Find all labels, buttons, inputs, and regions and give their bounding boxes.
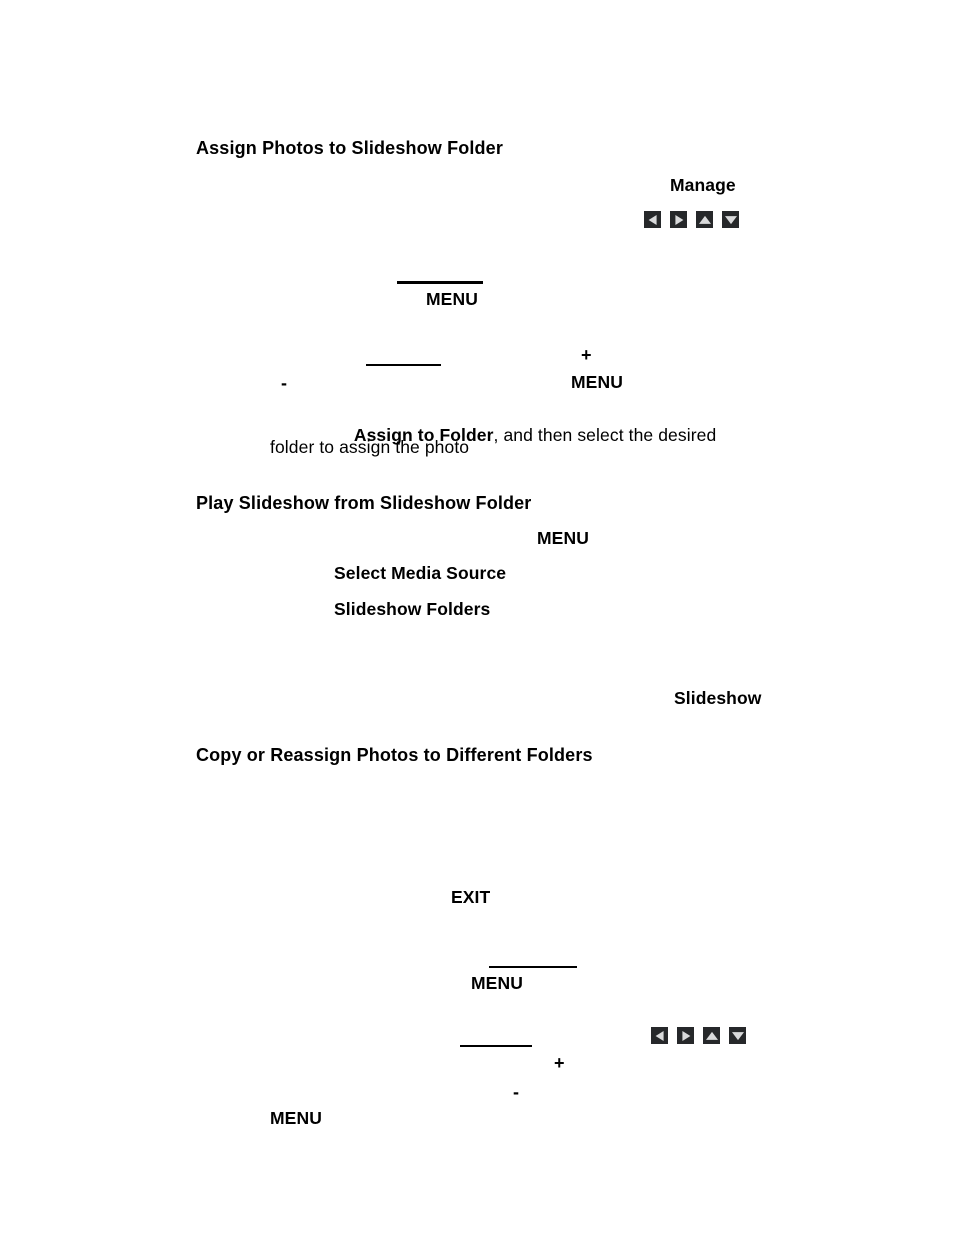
arrow-right-key-icon xyxy=(677,1027,694,1044)
arrow-left-key-icon xyxy=(644,211,661,228)
section-heading-copy-reassign: Copy or Reassign Photos to Different Fol… xyxy=(196,745,593,765)
arrow-up-key-icon xyxy=(696,211,713,228)
arrow-key-group-top xyxy=(644,211,739,228)
underline-fragment-3 xyxy=(489,966,577,968)
arrow-left-key-icon xyxy=(651,1027,668,1044)
exit-label: EXIT xyxy=(451,887,491,907)
arrow-up-key-icon xyxy=(703,1027,720,1044)
menu-label-2: MENU xyxy=(571,372,623,392)
assign-to-folder-trailing-text: , and then select the desired xyxy=(493,424,717,445)
arrow-right-key-icon xyxy=(670,211,687,228)
menu-label-3: MENU xyxy=(537,528,589,548)
underline-fragment-1 xyxy=(397,281,483,284)
assign-to-folder-line-2: folder to assign the photo xyxy=(270,437,470,457)
arrow-down-key-icon xyxy=(722,211,739,228)
arrow-down-key-icon xyxy=(729,1027,746,1044)
plus-symbol-1: + xyxy=(581,345,592,365)
select-media-source-label: Select Media Source xyxy=(334,563,507,583)
arrow-key-group-bottom xyxy=(651,1027,746,1044)
plus-symbol-2: + xyxy=(554,1053,565,1073)
menu-label-1: MENU xyxy=(426,289,478,309)
section-heading-assign-photos: Assign Photos to Slideshow Folder xyxy=(196,138,503,158)
menu-label-5: MENU xyxy=(270,1108,322,1128)
section-heading-play-slideshow: Play Slideshow from Slideshow Folder xyxy=(196,493,532,513)
document-page: Assign Photos to Slideshow Folder Manage… xyxy=(0,0,954,1235)
minus-symbol-1: - xyxy=(281,373,288,393)
underline-fragment-4 xyxy=(460,1045,532,1047)
menu-label-4: MENU xyxy=(471,973,523,993)
slideshow-folders-label: Slideshow Folders xyxy=(334,599,491,619)
minus-symbol-2: - xyxy=(513,1082,520,1102)
underline-fragment-2 xyxy=(366,364,441,366)
slideshow-label: Slideshow xyxy=(674,688,762,708)
manage-label: Manage xyxy=(670,175,736,195)
